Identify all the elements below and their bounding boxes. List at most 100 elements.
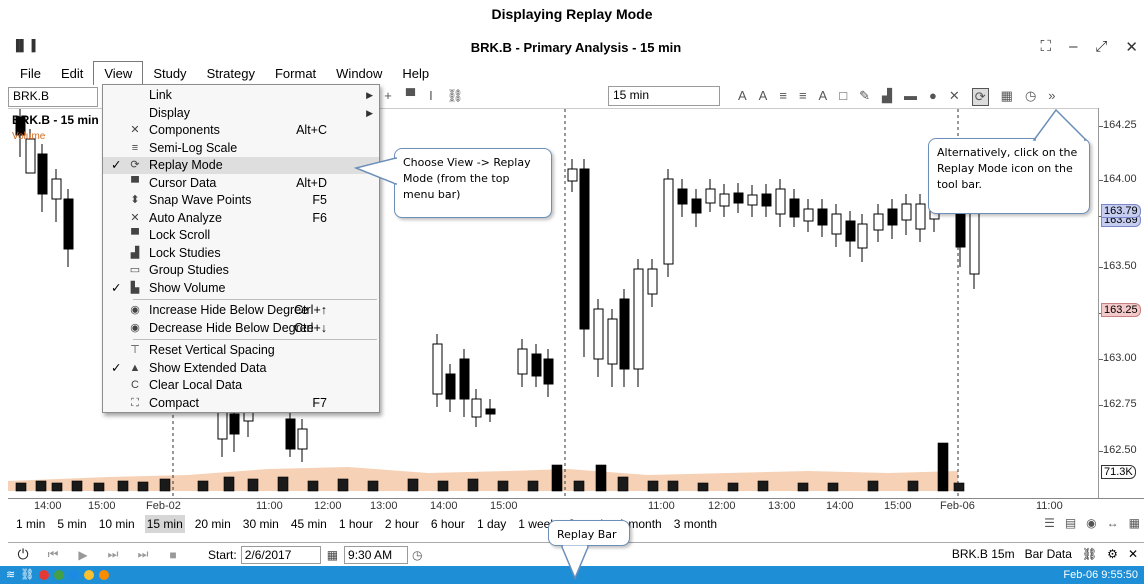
menu-item-label: Replay Mode [149, 158, 223, 172]
data-mode-select[interactable]: Bar Data [1025, 547, 1072, 561]
view-menu-item-link[interactable]: Link ▶ [103, 87, 379, 104]
text-tool-icon[interactable]: I [429, 88, 433, 104]
menu-study[interactable]: Study [143, 62, 196, 85]
time-axis[interactable]: 14:00 15:00 Feb-02 11:00 12:00 13:00 14:00 15:0… [8, 498, 1144, 514]
interval-1-min[interactable]: 1 min [14, 515, 47, 533]
close-icon[interactable]: ✕ [1125, 38, 1138, 56]
crosshair-icon[interactable]: + [384, 88, 392, 104]
view-menu-item-components[interactable]: ✕ Components Alt+C [103, 122, 379, 139]
pen-color-icon[interactable]: ✎ [859, 88, 870, 106]
font-size-down-icon[interactable]: A [759, 88, 768, 106]
cursor-data-icon[interactable]: ▀ [406, 88, 415, 104]
volume-bar [197, 480, 209, 492]
price-axis[interactable]: 164.25164.00163.75163.50163.25163.00162.… [1098, 108, 1144, 498]
menu-file[interactable]: File [10, 62, 51, 85]
calendar-icon[interactable]: ▦ [1129, 516, 1140, 530]
time-tick-label: 15:00 [88, 500, 116, 512]
play-icon[interactable]: ▶ [68, 548, 98, 562]
price-tag: 71.3K [1101, 465, 1136, 479]
history-icon[interactable]: ◷ [1025, 88, 1036, 106]
symbol-info: BRK.B 15m [951, 547, 1015, 561]
eye-icon[interactable]: ◉ [1086, 516, 1096, 530]
interval-select[interactable]: 15 min [608, 86, 720, 106]
interval-2-hour[interactable]: 2 hour [383, 515, 421, 533]
maximize-icon[interactable]: ⤢ [1095, 38, 1107, 56]
candle-body [887, 208, 898, 226]
interval-30-min[interactable]: 30 min [241, 515, 281, 533]
step-icon[interactable]: ⏭ [98, 547, 128, 562]
volume-bar [827, 482, 839, 492]
list-icon[interactable]: ☰ [1044, 516, 1055, 530]
view-menu-item-snap-wave-points[interactable]: ⬍ Snap Wave Points F5 [103, 192, 379, 209]
interval-6-hour[interactable]: 6 hour [429, 515, 467, 533]
replay-mode-icon[interactable]: ⟳ [971, 88, 989, 106]
power-icon[interactable]: ⏻ [8, 546, 38, 563]
menu-view[interactable]: View [93, 61, 144, 85]
candle-body [915, 203, 926, 230]
interval-3-month[interactable]: 3 month [672, 515, 719, 533]
menu-edit[interactable]: Edit [51, 62, 93, 85]
menu-format[interactable]: Format [265, 62, 326, 85]
table-icon[interactable]: ▦ [1001, 88, 1013, 106]
view-menu-item-lock-studies[interactable]: ▟ Lock Studies [103, 245, 379, 262]
menu-item-label: Show Extended Data [149, 360, 267, 375]
fullscreen-icon[interactable]: ⛶ [1041, 38, 1052, 56]
interval-15-min[interactable]: 15 min [144, 515, 185, 533]
view-menu-item-cursor-data[interactable]: ▀ Cursor Data Alt+D [103, 175, 379, 192]
candle-body [901, 203, 912, 221]
interval-10-min[interactable]: 10 min [97, 515, 137, 533]
line-style-icon[interactable]: ≡ [779, 88, 787, 106]
interval-1-day[interactable]: 1 day [475, 515, 508, 533]
interval-20-min[interactable]: 20 min [193, 515, 233, 533]
fill-color-icon[interactable]: □ [839, 88, 847, 106]
symbol-input[interactable]: BRK.B [8, 87, 98, 107]
interval-5-min[interactable]: 5 min [55, 515, 88, 533]
price-tick-label: 164.25 [1103, 119, 1137, 131]
view-menu-item-show-extended-data[interactable]: ✓ ▲ Show Extended Data [103, 360, 379, 377]
stop-icon[interactable]: ■ [158, 548, 188, 562]
menu-item-label: Link [149, 88, 172, 102]
gear-icon[interactable]: ⚙ [1107, 547, 1118, 561]
view-menu-item-semi-log-scale[interactable]: ≡ Semi-Log Scale [103, 140, 379, 157]
view-menu-item-lock-scroll[interactable]: ▀ Lock Scroll [103, 227, 379, 244]
view-menu-item-reset-vertical-spacing[interactable]: ⊤ Reset Vertical Spacing [103, 342, 379, 359]
candle-body [432, 343, 443, 395]
view-menu-item-replay-mode[interactable]: ✓ ⟳ Replay Mode [103, 157, 379, 174]
comment-icon[interactable]: ▬ [904, 88, 917, 106]
view-menu-item-show-volume[interactable]: ✓ ▙ Show Volume [103, 280, 379, 297]
candle-body [607, 318, 618, 365]
font-size-up-icon[interactable]: A [738, 88, 747, 106]
view-menu-item-compact[interactable]: ⛶ Compact F7 [103, 395, 379, 412]
view-menu-item-auto-analyze[interactable]: ✕ Auto Analyze F6 [103, 210, 379, 227]
interval-45-min[interactable]: 45 min [289, 515, 329, 533]
palette-icon[interactable]: ● [929, 88, 937, 106]
skip-back-icon[interactable]: ⏮ [38, 547, 68, 562]
components-icon[interactable]: ✕ [949, 88, 960, 106]
calendar-icon[interactable]: ▦ [327, 548, 338, 562]
skip-forward-icon[interactable]: ⏭ [128, 547, 158, 562]
text-color-icon[interactable]: A [819, 88, 828, 106]
view-menu-item-increase-hide-below-degree[interactable]: ◉ Increase Hide Below Degree Ctrl+↑ [103, 302, 379, 319]
link-icon[interactable]: ⛓ [1082, 547, 1097, 561]
menu-strategy[interactable]: Strategy [197, 62, 265, 85]
start-time-input[interactable]: 9:30 AM [344, 545, 409, 564]
menu-help[interactable]: Help [392, 62, 439, 85]
view-menu-item-display[interactable]: Display ▶ [103, 105, 379, 122]
view-menu-item-group-studies[interactable]: ▭ Group Studies [103, 262, 379, 279]
volume-bar [367, 480, 379, 492]
minimize-icon[interactable]: – [1069, 38, 1077, 56]
fit-icon[interactable]: ↔ [1107, 516, 1119, 530]
link-icon[interactable]: ⛓ [447, 88, 464, 104]
menu-window[interactable]: Window [326, 62, 392, 85]
view-menu-item-clear-local-data[interactable]: C Clear Local Data [103, 377, 379, 394]
lock-studies-icon[interactable]: ▟ [882, 88, 892, 106]
close-icon[interactable]: ✕ [1128, 547, 1138, 561]
more-icon[interactable]: » [1048, 88, 1055, 106]
view-menu-item-decrease-hide-below-degree[interactable]: ◉ Decrease Hide Below Degree Ctrl+↓ [103, 320, 379, 337]
candle-body [857, 223, 868, 249]
clock-icon[interactable]: ◷ [412, 548, 422, 562]
interval-1-hour[interactable]: 1 hour [337, 515, 375, 533]
chart-style-icon[interactable]: ▤ [1065, 516, 1076, 530]
line-width-icon[interactable]: ≡ [799, 88, 807, 106]
start-date-input[interactable]: 2/6/2017 [240, 545, 321, 564]
